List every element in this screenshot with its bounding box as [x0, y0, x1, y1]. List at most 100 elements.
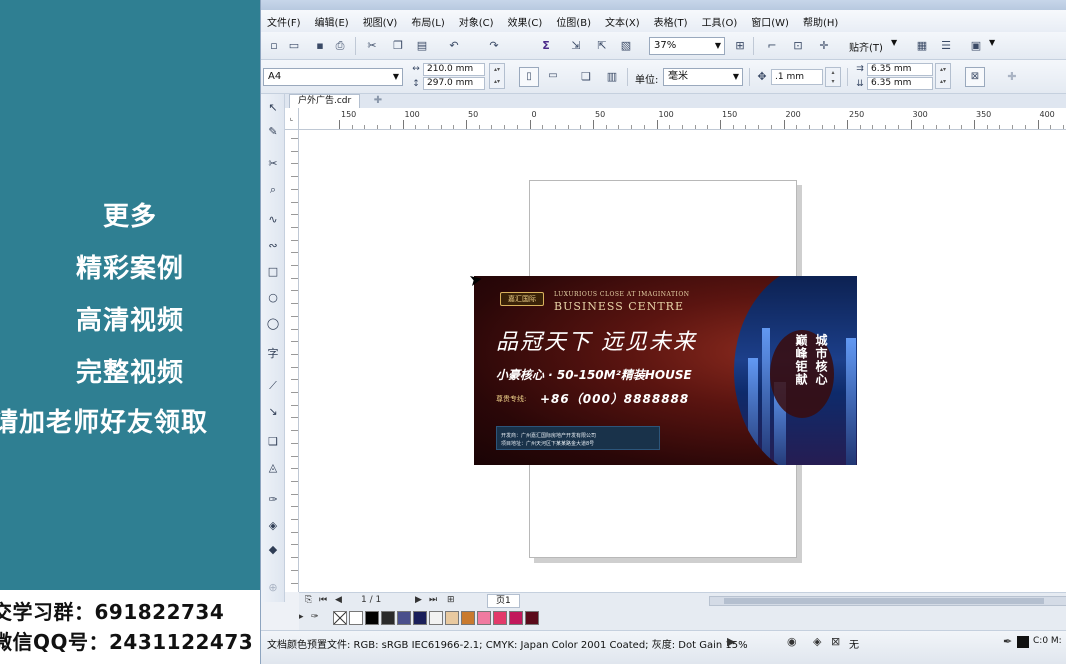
- add-icon[interactable]: ✚: [1005, 70, 1019, 84]
- page-tab[interactable]: 页1: [487, 594, 520, 608]
- play-icon[interactable]: ▶: [727, 635, 735, 648]
- options-icon[interactable]: ▦: [915, 39, 929, 53]
- polygon-tool-icon[interactable]: ◯: [265, 316, 281, 332]
- first-page-icon[interactable]: ⏮: [319, 595, 327, 605]
- duplicate-y-field[interactable]: 6.35 mm: [867, 77, 933, 90]
- copy-icon[interactable]: ❐: [391, 39, 405, 53]
- color-swatch[interactable]: [381, 611, 395, 625]
- menu-object[interactable]: 对象(C): [459, 14, 494, 29]
- last-page-icon[interactable]: ⏭: [429, 595, 437, 605]
- color-swatch[interactable]: [429, 611, 443, 625]
- next-page-icon[interactable]: ▶: [415, 595, 422, 605]
- color-swatch[interactable]: [493, 611, 507, 625]
- connector-tool-icon[interactable]: ↘: [265, 404, 281, 420]
- color-swatch[interactable]: [477, 611, 491, 625]
- transparency-icon[interactable]: ◬: [265, 460, 281, 476]
- artistic-media-icon[interactable]: ∾: [265, 238, 281, 254]
- snap-settings-button[interactable]: ⊠: [965, 67, 985, 87]
- color-swatch[interactable]: [509, 611, 523, 625]
- page-options-icon[interactable]: ⎘: [305, 595, 312, 605]
- zoom-dropdown[interactable]: 37% ▼: [649, 37, 725, 55]
- undo-icon[interactable]: ↶: [447, 39, 461, 53]
- menu-edit[interactable]: 编辑(E): [315, 14, 349, 29]
- rectangle-tool-icon[interactable]: □: [265, 264, 281, 280]
- pick-tool-icon[interactable]: ↖: [265, 100, 281, 116]
- menu-window[interactable]: 窗口(W): [751, 14, 789, 29]
- size-spinner[interactable]: ▴▾ ▴▾: [489, 63, 505, 89]
- color-swatch[interactable]: [461, 611, 475, 625]
- print-icon[interactable]: ⎙: [333, 39, 347, 53]
- color-swatch[interactable]: [413, 611, 427, 625]
- outdoor-ad-artwork[interactable]: 城市核心 巅峰钜献 嘉汇国际 LUXURIOUS CLOSE AT IMAGIN…: [474, 276, 857, 465]
- shape-tool-icon[interactable]: ✎: [265, 124, 281, 140]
- color-profile-text[interactable]: 文档颜色预置文件: RGB: sRGB IEC61966-2.1; CMYK: …: [267, 636, 748, 651]
- interactive-fill-icon[interactable]: ◈: [265, 518, 281, 534]
- publish-pdf-icon[interactable]: ▧: [619, 39, 633, 53]
- new-tab-icon[interactable]: ✚: [371, 95, 385, 107]
- unit-dropdown[interactable]: 毫米 ▼: [663, 68, 743, 86]
- export-icon[interactable]: ⇱: [595, 39, 609, 53]
- color-swatch[interactable]: [365, 611, 379, 625]
- all-pages-icon[interactable]: ❏: [579, 70, 593, 84]
- open-folder-icon[interactable]: ▭: [287, 39, 301, 53]
- ruler-origin[interactable]: ⌞: [285, 108, 299, 130]
- duplicate-spinner[interactable]: ▴▾ ▴▾: [935, 63, 951, 89]
- landscape-button[interactable]: ▭: [543, 67, 563, 87]
- cut-icon[interactable]: ✂: [365, 39, 379, 53]
- horizontal-ruler[interactable]: 150 100 50 0 50 100 150 200 250 300 350 400: [299, 108, 1066, 130]
- guidelines-icon[interactable]: ✛: [817, 39, 831, 53]
- eyedropper-icon[interactable]: ✑: [265, 492, 281, 508]
- menu-help[interactable]: 帮助(H): [803, 14, 838, 29]
- add-tool-icon[interactable]: ⊕: [265, 580, 281, 596]
- save-icon[interactable]: ▪: [313, 39, 327, 53]
- chevron-down-icon[interactable]: ▼: [989, 38, 995, 47]
- show-rulers-icon[interactable]: ⌐: [765, 39, 779, 53]
- scroll-thumb[interactable]: [724, 598, 1044, 604]
- import-icon[interactable]: ⇲: [569, 39, 583, 53]
- crop-tool-icon[interactable]: ✂: [265, 156, 281, 172]
- search-content-icon[interactable]: Σ: [539, 39, 553, 53]
- menu-layout[interactable]: 布局(L): [411, 14, 444, 29]
- color-swatch[interactable]: [525, 611, 539, 625]
- ellipse-tool-icon[interactable]: ○: [265, 290, 281, 306]
- color-swatch[interactable]: [397, 611, 411, 625]
- current-page-icon[interactable]: ▥: [605, 70, 619, 84]
- align-icon[interactable]: ☰: [939, 39, 953, 53]
- palette-menu-icon[interactable]: ▸: [299, 612, 304, 622]
- duplicate-x-field[interactable]: 6.35 mm: [867, 63, 933, 76]
- portrait-button[interactable]: ▯: [519, 67, 539, 87]
- snap-to-dropdown[interactable]: 贴齐(T): [849, 39, 883, 54]
- prev-page-icon[interactable]: ◀: [335, 595, 342, 605]
- no-color-swatch[interactable]: [333, 611, 347, 625]
- eyedropper-small-icon[interactable]: ✑: [311, 612, 319, 622]
- menu-text[interactable]: 文本(X): [605, 14, 640, 29]
- new-document-icon[interactable]: ▫: [267, 39, 281, 53]
- menu-table[interactable]: 表格(T): [654, 14, 688, 29]
- add-page-icon[interactable]: ⊞: [447, 595, 455, 605]
- freehand-tool-icon[interactable]: ∿: [265, 212, 281, 228]
- page-size-dropdown[interactable]: A4 ▼: [263, 68, 403, 86]
- parallel-dimension-icon[interactable]: ⟋: [265, 378, 281, 394]
- drawing-canvas[interactable]: 城市核心 巅峰钜献 嘉汇国际 LUXURIOUS CLOSE AT IMAGIN…: [299, 130, 1066, 592]
- menu-view[interactable]: 视图(V): [363, 14, 398, 29]
- full-screen-icon[interactable]: ⊞: [733, 39, 747, 53]
- chevron-down-icon[interactable]: ▼: [891, 38, 897, 47]
- show-grid-icon[interactable]: ⊡: [791, 39, 805, 53]
- menu-tools[interactable]: 工具(O): [702, 14, 738, 29]
- vertical-ruler[interactable]: [285, 130, 299, 592]
- menu-effects[interactable]: 效果(C): [508, 14, 543, 29]
- smart-fill-icon[interactable]: ◆: [265, 542, 281, 558]
- page-width-field[interactable]: 210.0 mm: [423, 63, 485, 76]
- color-swatch[interactable]: [349, 611, 363, 625]
- page-height-field[interactable]: 297.0 mm: [423, 77, 485, 90]
- redo-icon[interactable]: ↷: [487, 39, 501, 53]
- nudge-field[interactable]: .1 mm: [771, 69, 823, 85]
- color-swatch[interactable]: [445, 611, 459, 625]
- nudge-spinner[interactable]: ▴ ▾: [825, 67, 841, 87]
- zoom-tool-icon[interactable]: ⌕: [265, 182, 281, 198]
- menu-bitmaps[interactable]: 位图(B): [556, 14, 591, 29]
- paste-icon[interactable]: ▤: [415, 39, 429, 53]
- document-tab[interactable]: 户外广告.cdr: [289, 94, 361, 108]
- menu-file[interactable]: 文件(F): [267, 14, 301, 29]
- launch-icon[interactable]: ▣: [969, 39, 983, 53]
